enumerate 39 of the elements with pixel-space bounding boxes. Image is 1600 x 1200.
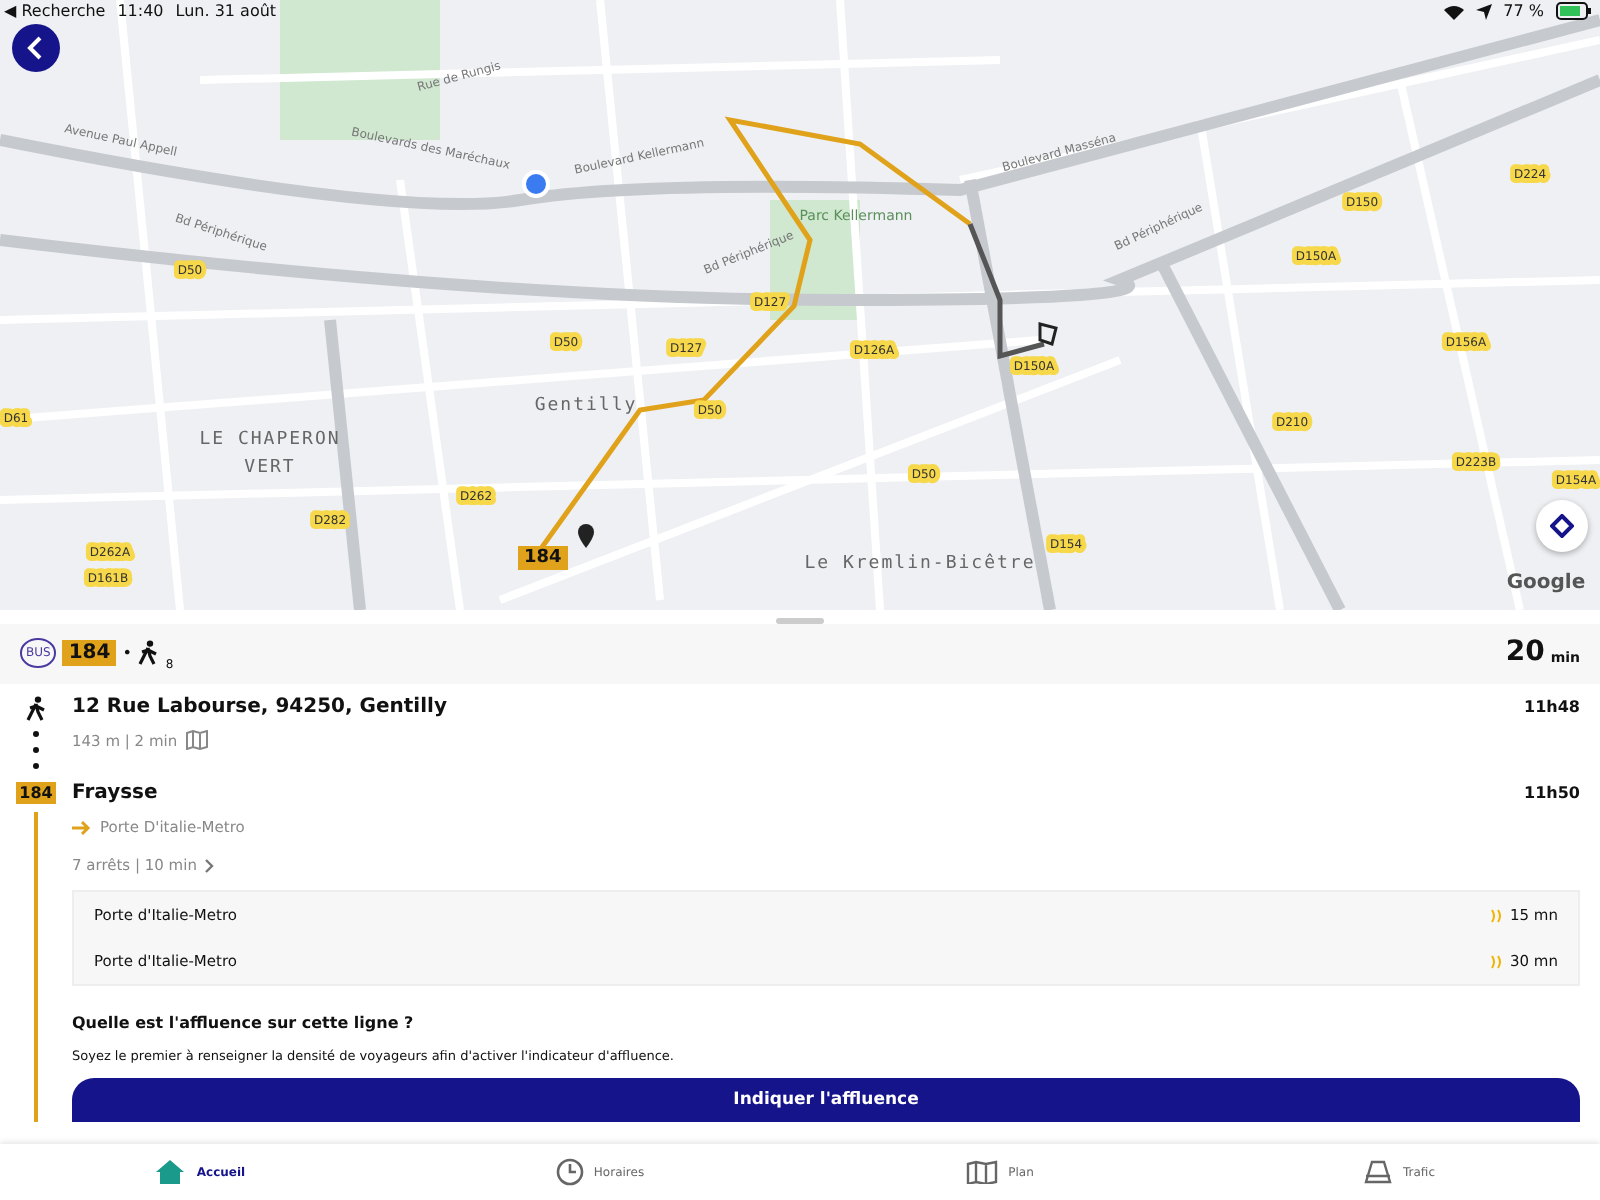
destination-flag-icon bbox=[1038, 322, 1058, 346]
map-pin-icon bbox=[578, 524, 594, 548]
trip-duration: 20 bbox=[1505, 636, 1545, 668]
chevron-icon bbox=[204, 857, 215, 873]
location-target-icon bbox=[1550, 514, 1574, 538]
battery-icon bbox=[1556, 2, 1592, 20]
route-line-badge: 184 bbox=[518, 546, 568, 570]
status-time: 11:40 bbox=[117, 2, 164, 20]
map-icon bbox=[966, 1160, 999, 1184]
map-attribution: Google bbox=[1506, 572, 1586, 594]
report-crowding-button[interactable]: Indiquer l'affluence bbox=[72, 1078, 1580, 1122]
road-icon bbox=[1364, 1160, 1393, 1184]
map-label: VERT bbox=[244, 458, 296, 478]
battery-percentage: 77 % bbox=[1503, 2, 1544, 20]
map-label: LE CHAPERON bbox=[199, 430, 341, 450]
map-icon[interactable] bbox=[185, 730, 208, 750]
dotted-connector bbox=[32, 730, 40, 770]
arrow-icon bbox=[72, 819, 92, 835]
realtime-icon bbox=[1490, 907, 1502, 923]
realtime-icon bbox=[1490, 953, 1502, 969]
back-to-app-link[interactable]: ◀ Recherche bbox=[4, 2, 106, 20]
walking-icon bbox=[25, 696, 47, 722]
line-badge: 184 bbox=[62, 639, 117, 665]
location-arrow-icon bbox=[1475, 3, 1492, 19]
step-time: 11h50 bbox=[1524, 784, 1580, 802]
map-label: Gentilly bbox=[534, 396, 638, 416]
line-badge: 184 bbox=[15, 782, 57, 804]
stop-address: 12 Rue Labourse, 94250, Gentilly bbox=[72, 696, 447, 718]
crowding-question: Quelle est l'affluence sur cette ligne ? bbox=[72, 1014, 416, 1032]
chevron-left-icon bbox=[26, 36, 46, 60]
map-label: Le Kremlin-Bicêtre bbox=[804, 554, 1036, 574]
separator-dot: • bbox=[122, 643, 132, 661]
step-time: 11h48 bbox=[1524, 698, 1580, 716]
clock-icon bbox=[555, 1158, 584, 1186]
walking-icon bbox=[137, 639, 160, 665]
wifi-icon bbox=[1443, 3, 1464, 19]
status-date: Lun. 31 août bbox=[175, 2, 277, 20]
home-icon bbox=[154, 1158, 187, 1186]
stop-name: Fraysse bbox=[72, 782, 158, 804]
